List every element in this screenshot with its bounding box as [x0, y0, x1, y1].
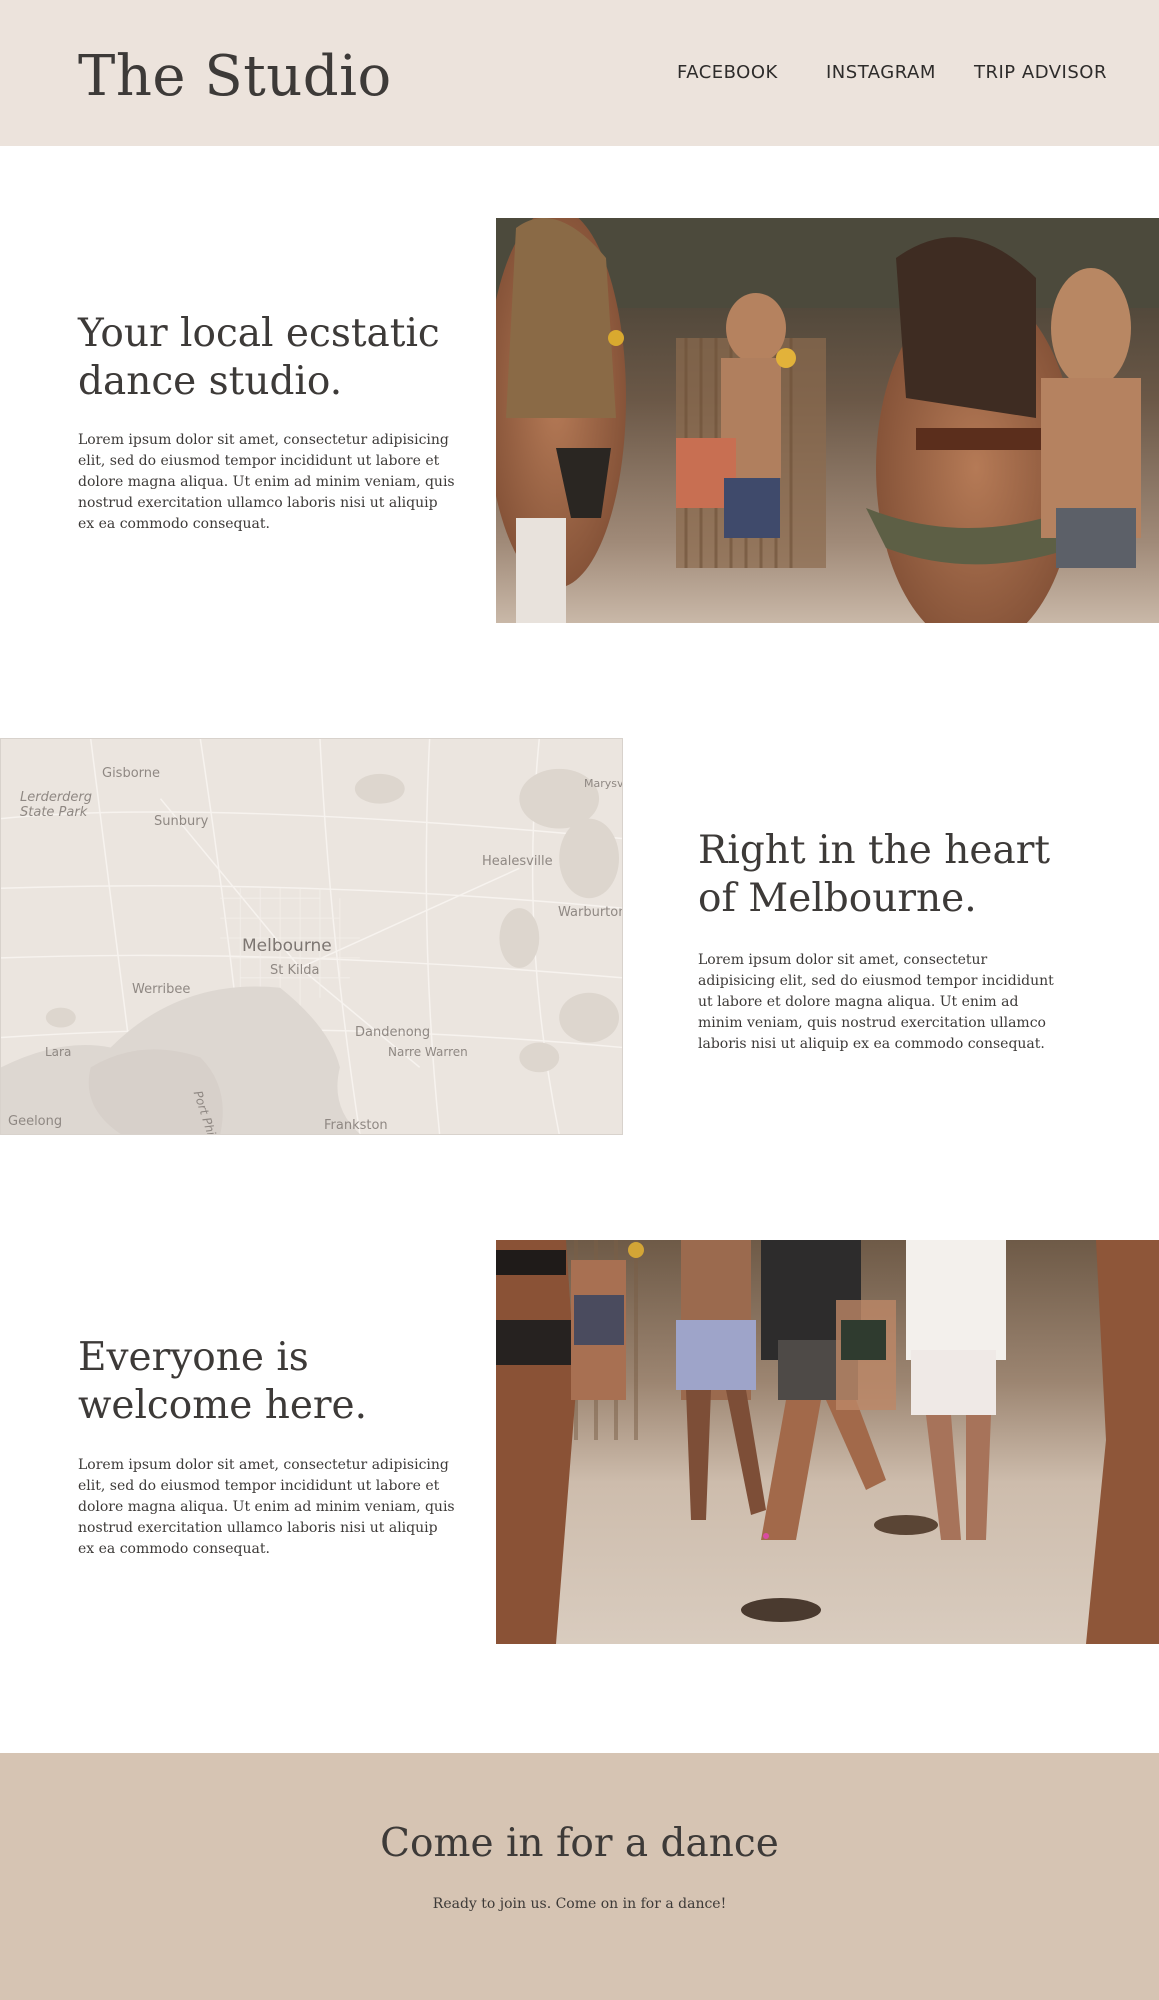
nav-facebook-link[interactable]: FACEBOOK — [677, 62, 778, 83]
heading-line: Your local ecstatic — [78, 311, 440, 356]
beach-dancers-photo — [496, 1240, 1159, 1644]
beach-dancers-photo-graphic — [496, 1240, 1159, 1644]
map-label-gisborne: Gisborne — [102, 766, 161, 781]
footer-title: Come in for a dance — [380, 1821, 779, 1866]
brand-logo[interactable]: The Studio — [78, 44, 392, 109]
map-label-sunbury: Sunbury — [154, 814, 209, 829]
heading-line: Everyone is — [78, 1335, 309, 1380]
map-label-state-park: State Park — [20, 805, 88, 820]
map-label-st-kilda: St Kilda — [270, 963, 320, 978]
section-heading-welcome: Everyone is welcome here. — [78, 1334, 478, 1430]
location-map[interactable]: Gisborne Lerderderg State Park Sunbury M… — [0, 738, 623, 1135]
site-header: The Studio FACEBOOK INSTAGRAM TRIP ADVIS… — [0, 0, 1159, 146]
heading-line: Right in the heart — [698, 828, 1051, 873]
map-label-geelong: Geelong — [8, 1114, 63, 1129]
map-label-marysville: Marysv — [584, 777, 623, 790]
dancers-photo — [496, 218, 1159, 623]
map-label-narre-warren: Narre Warren — [388, 1045, 468, 1059]
cta-footer: Come in for a dance Ready to join us. Co… — [0, 1753, 1159, 2000]
section-body-melbourne: Lorem ipsum dolor sit amet, consectetur … — [698, 952, 1054, 1052]
map-label-werribee: Werribee — [132, 982, 191, 997]
nav-instagram-link[interactable]: INSTAGRAM — [826, 62, 936, 83]
section-body-welcome: Lorem ipsum dolor sit amet, consectetur … — [78, 1457, 455, 1557]
section-body-studio: Lorem ipsum dolor sit amet, consectetur … — [78, 432, 455, 532]
section-heading-melbourne: Right in the heart of Melbourne. — [698, 827, 1098, 923]
map-label-dandenong: Dandenong — [355, 1025, 431, 1040]
footer-subtitle: Ready to join us. Come on in for a dance… — [432, 1896, 727, 1912]
map-label-melbourne: Melbourne — [242, 936, 332, 956]
map-label-warburton: Warburton — [558, 905, 623, 920]
heading-line: dance studio. — [78, 359, 343, 404]
dancers-photo-graphic — [496, 218, 1159, 623]
heading-line: of Melbourne. — [698, 876, 977, 921]
section-heading-studio: Your local ecstatic dance studio. — [78, 310, 478, 406]
map-label-frankston: Frankston — [324, 1118, 388, 1133]
map-label-lerderderg: Lerderderg — [20, 790, 93, 805]
heading-line: welcome here. — [78, 1383, 368, 1428]
map-label-healesville: Healesville — [482, 854, 553, 869]
nav-tripadvisor-link[interactable]: TRIP ADVISOR — [974, 62, 1107, 83]
map-label-lara: Lara — [45, 1045, 72, 1059]
